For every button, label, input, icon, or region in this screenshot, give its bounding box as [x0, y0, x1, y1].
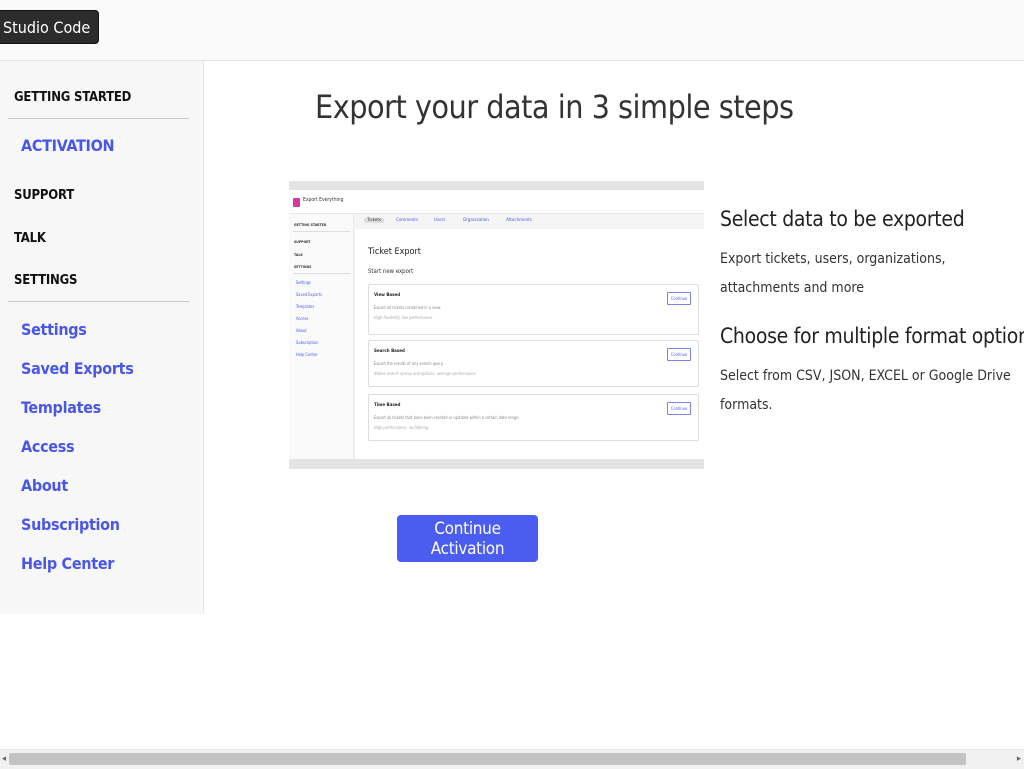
preview-app-name: Export Everything — [303, 197, 344, 203]
scrollbar-thumb[interactable] — [9, 753, 966, 765]
sidebar-item-activation[interactable]: ACTIVATION — [21, 136, 115, 155]
preview-heading: TALK — [294, 253, 303, 257]
card-note: High flexibility, low performance — [374, 315, 433, 320]
preview-tab-users: Users — [434, 218, 446, 223]
card-note: Native search syntax and options, averag… — [374, 371, 476, 376]
card-title: Time Based — [374, 403, 401, 408]
preview-divider — [293, 273, 350, 274]
preview-card-view-based: View Based Export all tickets contained … — [368, 284, 699, 335]
card-title: Search Based — [374, 349, 405, 354]
preview-card-time-based: Time Based Export all tickets that have … — [368, 394, 699, 441]
preview-heading: SUPPORT — [294, 240, 311, 244]
feature-title-format-option: Choose for multiple format option — [720, 324, 1024, 348]
preview-card-search-based: Search Based Export the results of any s… — [368, 340, 699, 387]
preview-divider — [293, 231, 350, 232]
top-bar: Studio Code — [0, 0, 1024, 61]
card-continue-button: Continue — [667, 402, 691, 415]
sidebar-item-subscription[interactable]: Subscription — [21, 515, 120, 534]
preview-link: Settings — [296, 280, 311, 285]
card-description: Export the results of any search query. — [374, 361, 444, 366]
preview-link: Subscription — [296, 340, 319, 345]
feature-text-format-option: Select from CSV, JSON, EXCEL or Google D… — [720, 368, 1011, 413]
sidebar-item-access[interactable]: Access — [21, 437, 75, 456]
preview-title: Ticket Export — [368, 247, 421, 257]
preview-main: Tickets Comments Users Organization Atta… — [355, 214, 704, 459]
preview-top-stripe — [289, 181, 704, 190]
continue-activation-button[interactable]: Continue Activation — [397, 515, 538, 562]
app-logo-icon — [293, 198, 300, 207]
sidebar-heading-getting-started[interactable]: GETTING STARTED — [14, 90, 131, 105]
card-note: High performance, no filtering — [374, 425, 429, 430]
preview-tab-organization: Organization — [463, 218, 489, 223]
preview-link: Templates — [296, 304, 315, 309]
preview-link: About — [296, 328, 307, 333]
preview-tab-comments: Comments — [396, 218, 418, 223]
card-title: View Based — [374, 293, 401, 298]
sidebar-item-about[interactable]: About — [21, 476, 68, 495]
preview-bottom-stripe — [289, 459, 704, 469]
scroll-left-arrow-icon[interactable]: ◂ — [2, 754, 6, 764]
studio-code-button[interactable]: Studio Code — [0, 10, 100, 44]
preview-tab-tickets: Tickets — [364, 218, 385, 223]
sidebar-item-saved-exports[interactable]: Saved Exports — [21, 359, 134, 378]
sidebar-item-templates[interactable]: Templates — [21, 398, 101, 417]
preview-link: Access — [296, 316, 309, 321]
card-description: Export all tickets contained in a view. — [374, 305, 442, 310]
card-continue-button: Continue — [667, 292, 691, 305]
card-continue-button: Continue — [667, 348, 691, 361]
sidebar-heading-settings[interactable]: SETTINGS — [14, 273, 77, 288]
preview-tab-attachments: Attachments — [506, 218, 532, 223]
sidebar-heading-support[interactable]: SUPPORT — [14, 188, 74, 203]
preview-sidebar: GETTING STARTED SUPPORT TALK SETTINGS Se… — [289, 214, 354, 459]
export-preview-image: Export Everything GETTING STARTED SUPPOR… — [289, 181, 704, 469]
scroll-right-arrow-icon[interactable]: ▸ — [1017, 754, 1021, 764]
preview-heading: SETTINGS — [294, 265, 312, 269]
sidebar-item-help-center[interactable]: Help Center — [21, 554, 114, 573]
page-title: Export your data in 3 simple steps — [315, 88, 794, 126]
preview-heading: GETTING STARTED — [294, 223, 327, 227]
preview-tabs: Tickets Comments Users Organization Atta… — [355, 214, 704, 229]
feature-text-select-data: Export tickets, users, organizations, at… — [720, 251, 946, 296]
card-description: Export all tickets that have been create… — [374, 415, 520, 420]
feature-title-select-data: Select data to be exported — [720, 207, 965, 231]
preview-link: Saved Exports — [296, 292, 322, 297]
sidebar: GETTING STARTED ACTIVATION SUPPORT TALK … — [0, 61, 204, 614]
sidebar-divider — [8, 301, 189, 302]
horizontal-scrollbar[interactable]: ◂ ▸ — [0, 749, 1024, 769]
preview-subtitle: Start new export — [368, 268, 414, 275]
sidebar-item-settings[interactable]: Settings — [21, 320, 87, 339]
preview-app-bar: Export Everything — [289, 190, 704, 214]
sidebar-heading-talk[interactable]: TALK — [14, 231, 46, 246]
sidebar-divider — [8, 118, 189, 119]
preview-link: Help Center — [296, 352, 318, 357]
